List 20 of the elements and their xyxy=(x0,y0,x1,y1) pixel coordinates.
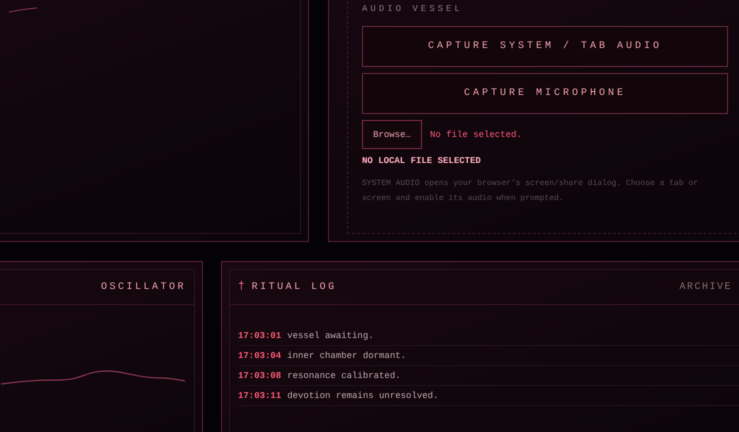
log-message: vessel awaiting. xyxy=(287,330,374,340)
local-file-status: NO LOCAL FILE SELECTED xyxy=(362,156,482,166)
browse-button[interactable]: Browse… xyxy=(362,120,422,149)
log-message: devotion remains unresolved. xyxy=(287,390,438,400)
log-time: 17:03:11 xyxy=(238,390,282,400)
panel-title: RITUAL LOG xyxy=(252,282,337,292)
log-time: 17:03:01 xyxy=(238,330,282,340)
log-time: 17:03:04 xyxy=(238,350,282,360)
log-message: resonance calibrated. xyxy=(287,370,401,380)
waveform-drawing xyxy=(9,7,39,13)
log-message: inner chamber dormant. xyxy=(287,350,406,360)
help-text: SYSTEM AUDIO opens your browser's screen/share dialog. Choose a tab or screen and enable its audio when prompted. xyxy=(362,178,700,205)
capture-button[interactable]: CAPTURE SYSTEM / TAB AUDIO xyxy=(362,26,728,67)
file-status: No file selected. xyxy=(430,130,522,140)
section-title: AUDIO VESSEL xyxy=(362,4,464,14)
panel-title: OSCILLATOR xyxy=(100,282,186,292)
log-time: 17:03:08 xyxy=(238,370,282,380)
archive-link[interactable]: ARCHIVE xyxy=(679,282,732,292)
dagger-icon: † xyxy=(238,281,245,293)
capture-button[interactable]: CAPTURE MICROPHONE xyxy=(362,73,728,114)
